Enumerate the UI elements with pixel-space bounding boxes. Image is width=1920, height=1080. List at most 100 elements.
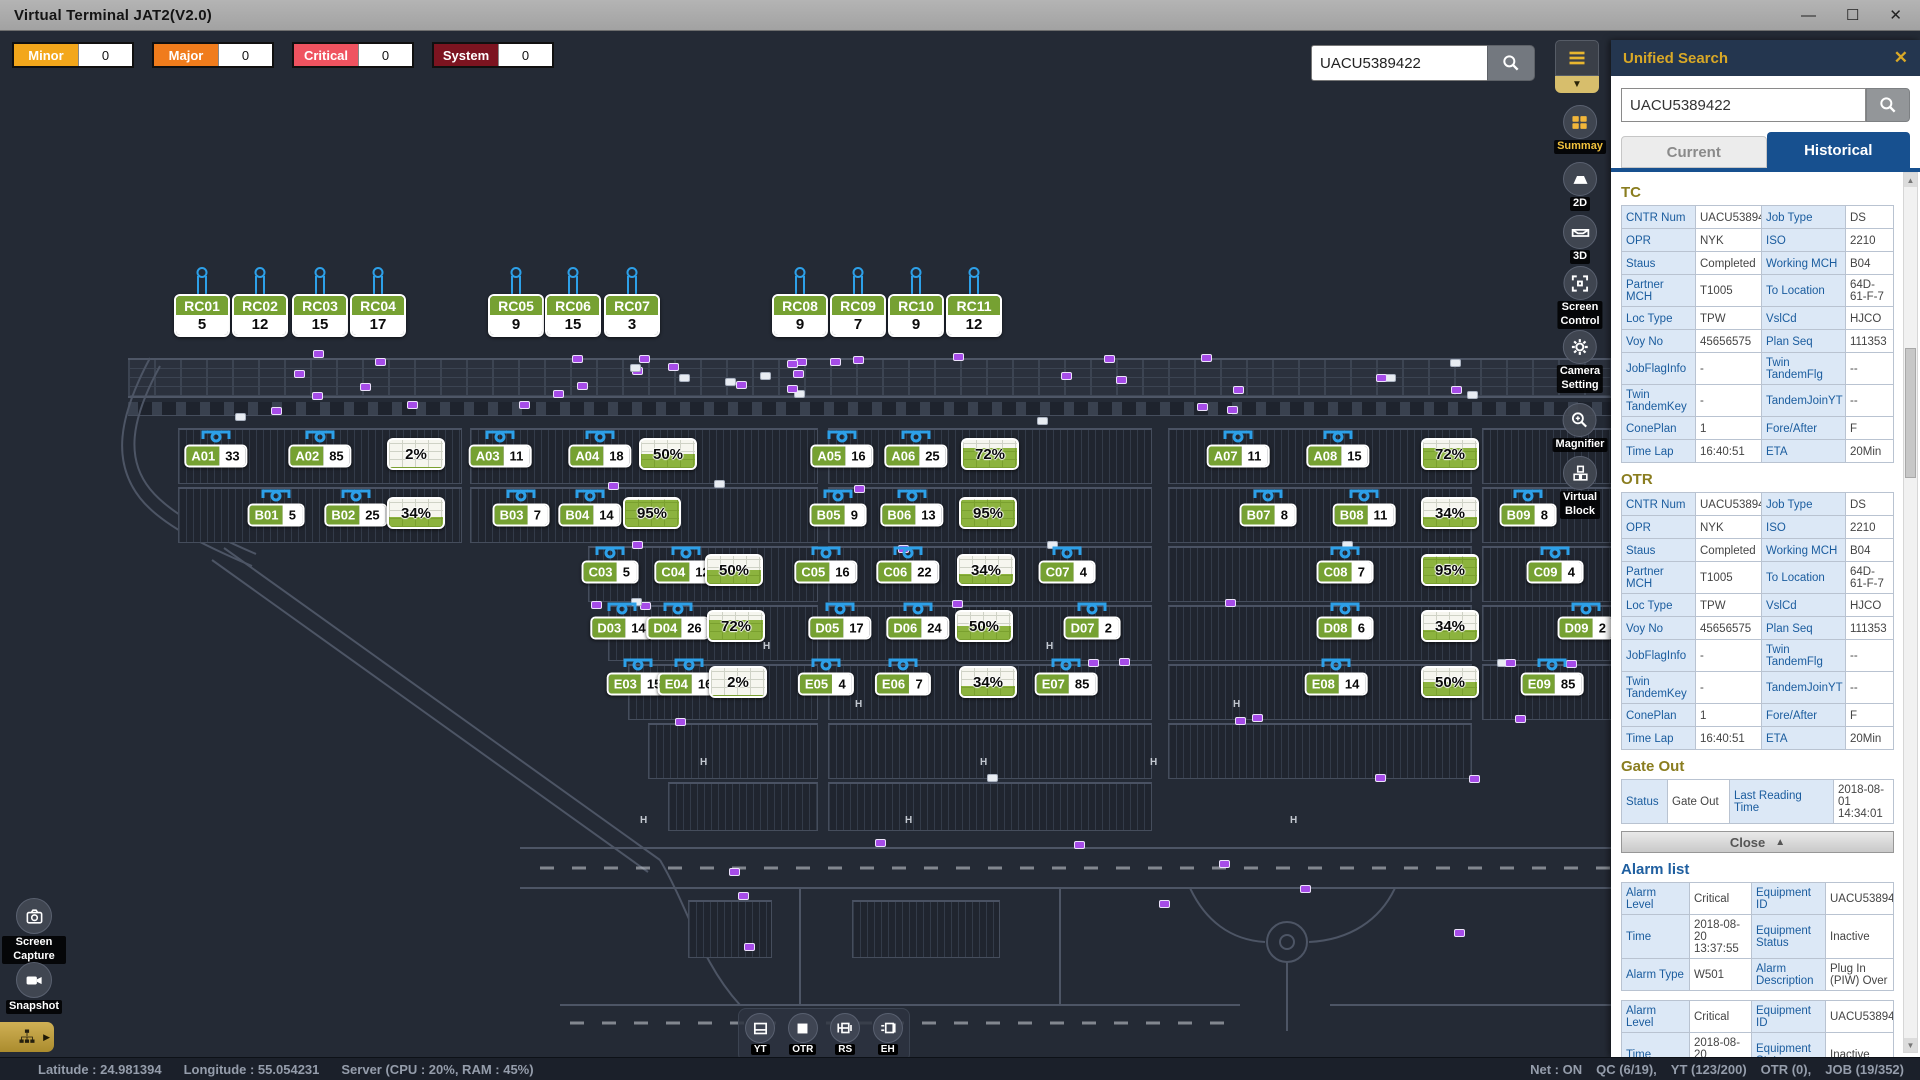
occupancy-badge[interactable]: 2% [709,666,767,698]
occupancy-badge[interactable]: 2% [387,438,445,470]
tab-historical[interactable]: Historical [1767,132,1911,168]
table-label: Equipment ID [1752,1001,1826,1033]
toolbar-virtual-block-button[interactable]: Virtual Block [1560,456,1600,519]
scroll-down-arrow[interactable]: ▼ [1904,1038,1917,1052]
occupancy-badge[interactable]: 72% [1421,438,1479,470]
block-label-B08[interactable]: B0811 [1333,504,1396,527]
panel-close-icon[interactable]: ✕ [1894,48,1908,68]
maximize-icon[interactable]: ☐ [1846,8,1859,23]
panel-search-button[interactable] [1866,88,1910,122]
toolbar-summary-button[interactable]: Summay [1554,105,1606,154]
block-label-B06[interactable]: B0613 [880,504,943,527]
block-label-E05[interactable]: E054 [798,673,854,696]
crane-label-RC09[interactable]: RC097 [830,294,886,337]
alarm-counter-label: System [434,44,498,66]
crane-label-RC03[interactable]: RC0315 [292,294,348,337]
table-value: 20Min [1846,440,1894,463]
layout-tree-tab[interactable]: ▶ [0,1022,54,1052]
block-label-E07[interactable]: E0785 [1035,673,1098,696]
toolbar-2d-button[interactable]: 2D [1563,162,1597,211]
block-label-A01[interactable]: A0133 [184,445,247,468]
top-search-input[interactable] [1311,45,1487,81]
block-label-B03[interactable]: B037 [493,504,550,527]
block-label-B01[interactable]: B015 [248,504,305,527]
occupancy-badge[interactable]: 50% [705,554,763,586]
occupancy-badge[interactable]: 50% [1421,666,1479,698]
block-label-D03[interactable]: D0314 [590,617,653,640]
block-label-A05[interactable]: A0516 [810,445,873,468]
block-label-B05[interactable]: B059 [810,504,867,527]
block-label-C09[interactable]: C094 [1527,561,1584,584]
block-label-E08[interactable]: E0814 [1305,673,1368,696]
block-label-B09[interactable]: B098 [1500,504,1557,527]
occupancy-badge[interactable]: 34% [387,497,445,529]
block-label-E09[interactable]: E0985 [1521,673,1584,696]
block-label-A02[interactable]: A0285 [288,445,351,468]
table-value: Completed [1696,252,1762,275]
block-label-D09[interactable]: D092 [1558,617,1615,640]
tab-current[interactable]: Current [1621,136,1767,168]
crane-label-RC04[interactable]: RC0417 [350,294,406,337]
block-label-C08[interactable]: C087 [1317,561,1374,584]
crane-label-RC01[interactable]: RC015 [174,294,230,337]
crane-label-RC02[interactable]: RC0212 [232,294,288,337]
block-label-D05[interactable]: D0517 [808,617,871,640]
crane-label-RC08[interactable]: RC089 [772,294,828,337]
minimize-icon[interactable]: — [1801,8,1816,23]
panel-search-input[interactable] [1621,88,1866,122]
occupancy-badge[interactable]: 34% [1421,497,1479,529]
occupancy-badge[interactable]: 50% [955,610,1013,642]
rs-filter-button[interactable]: RS [830,1013,860,1055]
block-label-B07[interactable]: B078 [1240,504,1297,527]
crane-label-RC07[interactable]: RC073 [604,294,660,337]
crane-label-RC10[interactable]: RC109 [888,294,944,337]
occupancy-badge[interactable]: 34% [959,666,1017,698]
yt-filter-button[interactable]: YT [745,1013,775,1055]
block-label-A06[interactable]: A0625 [884,445,947,468]
occupancy-badge[interactable]: 34% [957,554,1015,586]
occupancy-badge[interactable]: 72% [961,438,1019,470]
occupancy-badge[interactable]: 95% [623,497,681,529]
block-label-B04[interactable]: B0414 [558,504,621,527]
toolbar-collapse-tab[interactable]: ▼ [1555,76,1599,93]
block-label-B02[interactable]: B0225 [324,504,387,527]
truck-marker [1450,359,1461,367]
occupancy-badge[interactable]: 34% [1421,610,1479,642]
block-label-C07[interactable]: C074 [1039,561,1096,584]
block-label-A03[interactable]: A0311 [469,445,532,468]
block-label-D08[interactable]: D086 [1317,617,1374,640]
top-search-button[interactable] [1487,45,1535,81]
scrollbar-thumb[interactable] [1905,348,1916,478]
crane-label-RC06[interactable]: RC0615 [545,294,601,337]
occupancy-badge[interactable]: 50% [639,438,697,470]
block-label-D04[interactable]: D0426 [646,617,709,640]
close-icon[interactable]: ✕ [1889,8,1902,23]
block-label-A04[interactable]: A0418 [568,445,631,468]
screen-capture-button[interactable]: Screen Capture [2,898,66,964]
menu-button[interactable] [1555,40,1599,76]
occupancy-badge[interactable]: 95% [959,497,1017,529]
toolbar-3d-button[interactable]: 3D [1563,215,1597,264]
gate-out-close-button[interactable]: Close ▲ [1621,831,1894,853]
block-id: A07 [1209,447,1242,466]
block-label-E06[interactable]: E067 [875,673,931,696]
snapshot-button[interactable]: Snapshot [2,962,66,1014]
toolbar-screen-control-button[interactable]: Screen Control [1557,266,1602,329]
scroll-up-arrow[interactable]: ▲ [1904,173,1917,187]
block-label-A08[interactable]: A0815 [1306,445,1369,468]
crane-label-RC11[interactable]: RC1112 [946,294,1002,337]
occupancy-badge[interactable]: 95% [1421,554,1479,586]
occupancy-badge[interactable]: 72% [707,610,765,642]
block-label-C03[interactable]: C035 [582,561,639,584]
block-label-C06[interactable]: C0622 [876,561,939,584]
crane-label-RC05[interactable]: RC059 [488,294,544,337]
toolbar-magnifier-button[interactable]: Magnifier [1553,403,1608,452]
eh-filter-button[interactable]: EH [873,1013,903,1055]
table-label: CNTR Num [1622,493,1696,516]
otr-filter-button[interactable]: OTR [788,1013,818,1055]
toolbar-camera-setting-button[interactable]: Camera Setting [1557,330,1603,393]
block-label-C05[interactable]: C0516 [794,561,857,584]
block-label-D07[interactable]: D072 [1064,617,1121,640]
block-label-D06[interactable]: D0624 [886,617,949,640]
block-label-A07[interactable]: A0711 [1207,445,1270,468]
